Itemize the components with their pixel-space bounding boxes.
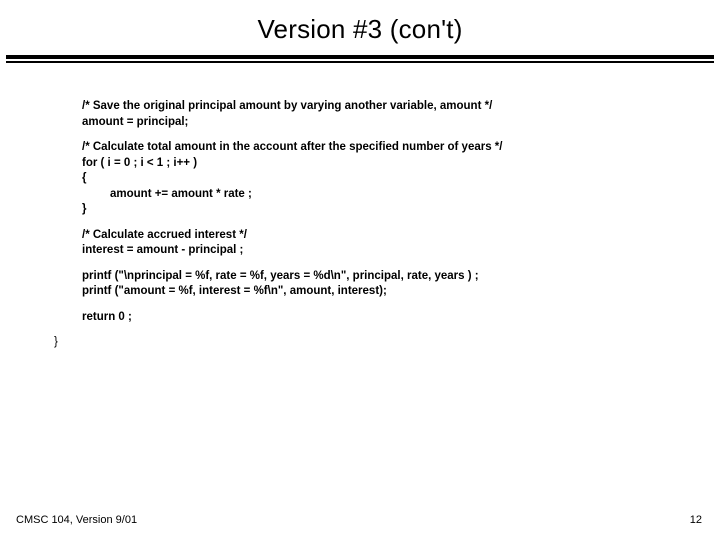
code-line: { (82, 171, 660, 187)
code-line: printf ("amount = %f, interest = %f\n", … (82, 284, 660, 300)
code-line: printf ("\nprincipal = %f, rate = %f, ye… (82, 269, 660, 285)
title-rule (0, 55, 720, 63)
code-line: amount = principal; (82, 115, 660, 131)
code-line: amount += amount * rate ; (82, 187, 660, 203)
code-line: /* Calculate accrued interest */ (82, 228, 660, 244)
code-line: for ( i = 0 ; i < 1 ; i++ ) (82, 156, 660, 172)
slide-title: Version #3 (con't) (0, 0, 720, 55)
code-closing-brace: } (54, 335, 660, 351)
code-line: interest = amount - principal ; (82, 243, 660, 259)
slide: Version #3 (con't) /* Save the original … (0, 0, 720, 540)
code-line: /* Calculate total amount in the account… (82, 140, 660, 156)
code-block-1: /* Save the original principal amount by… (82, 99, 660, 130)
code-line: } (82, 202, 660, 218)
code-block-5: return 0 ; (82, 310, 660, 326)
footer-left: CMSC 104, Version 9/01 (16, 514, 137, 526)
code-line: /* Save the original principal amount by… (82, 99, 660, 115)
code-line: return 0 ; (82, 310, 660, 326)
code-block-3: /* Calculate accrued interest */ interes… (82, 228, 660, 259)
footer-page-number: 12 (690, 514, 702, 526)
slide-body: /* Save the original principal amount by… (0, 63, 720, 351)
code-block-2: /* Calculate total amount in the account… (82, 140, 660, 218)
code-block-4: printf ("\nprincipal = %f, rate = %f, ye… (82, 269, 660, 300)
rule-thick (6, 55, 714, 59)
